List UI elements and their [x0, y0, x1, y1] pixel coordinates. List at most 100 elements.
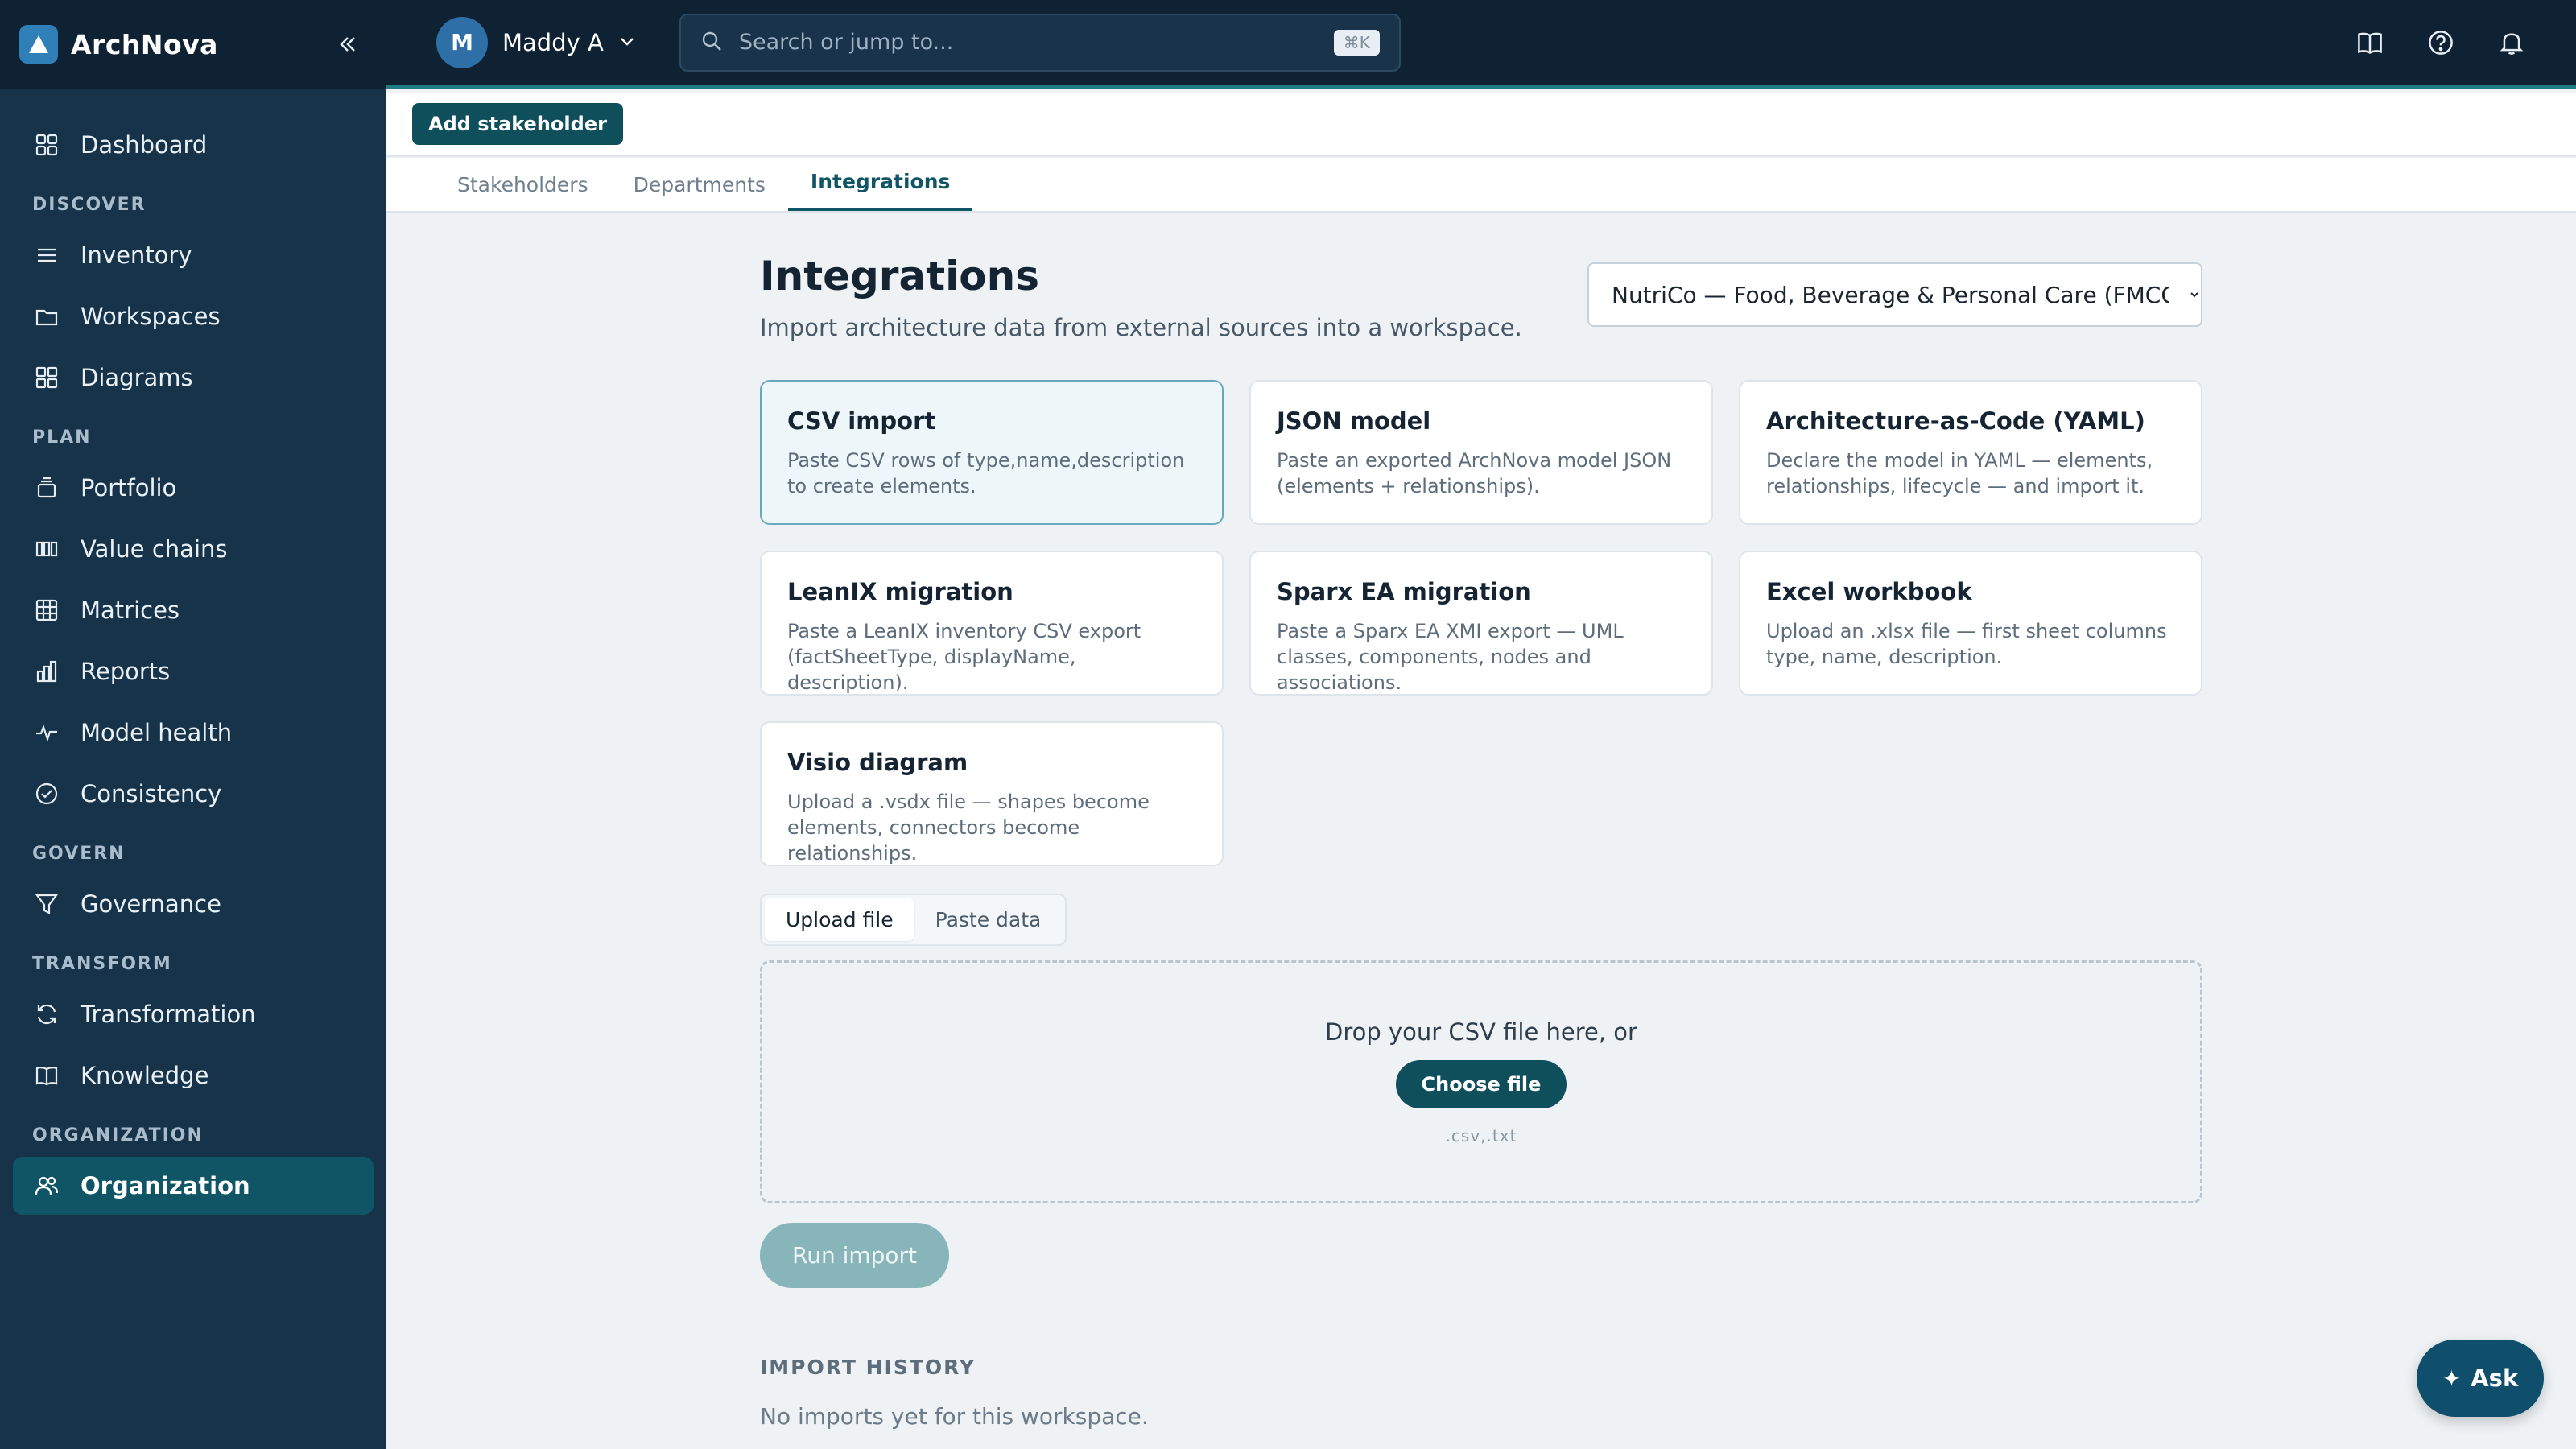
section-organization: ORGANIZATION — [32, 1125, 204, 1146]
card-visio-diagram[interactable]: Visio diagram Upload a .vsdx file — shap… — [760, 721, 1224, 866]
card-title: JSON model — [1277, 407, 1431, 435]
chevron-down-icon — [617, 31, 638, 55]
sidebar-item-inventory[interactable]: Inventory — [13, 226, 374, 284]
list-icon — [32, 241, 61, 270]
file-dropzone[interactable]: Drop your CSV file here, or Choose file … — [760, 960, 2202, 1203]
sidebar-item-label: Value chains — [80, 535, 228, 563]
table-icon — [32, 596, 61, 625]
card-description: Declare the model in YAML — elements, re… — [1766, 449, 2153, 497]
ask-assistant-button[interactable]: ✦ Ask — [2417, 1340, 2544, 1417]
sidebar-nav: Dashboard DISCOVER Inventory Workspaces … — [0, 89, 386, 1215]
stack-icon — [32, 473, 61, 502]
avatar: M — [436, 16, 488, 68]
sidebar-item-portfolio[interactable]: Portfolio — [13, 459, 374, 517]
tab-departments[interactable]: Departments — [611, 156, 788, 211]
filter-icon — [32, 890, 61, 919]
accepted-file-types: .csv,.txt — [1445, 1126, 1517, 1146]
card-excel-workbook[interactable]: Excel workbook Upload an .xlsx file — fi… — [1739, 551, 2202, 696]
tab-bar: Stakeholders Departments Integrations — [386, 158, 2576, 213]
search-icon — [700, 30, 723, 56]
card-description: Upload a .vsdx file — shapes become elem… — [787, 791, 1150, 865]
pulse-icon — [32, 718, 61, 747]
docs-book-icon[interactable] — [2334, 7, 2405, 78]
section-transform: TRANSFORM — [32, 954, 172, 974]
user-name: Maddy A — [502, 28, 604, 56]
sidebar-item-governance[interactable]: Governance — [13, 875, 374, 933]
choose-file-button[interactable]: Choose file — [1395, 1060, 1567, 1108]
card-sparx-ea-migration[interactable]: Sparx EA migration Paste a Sparx EA XMI … — [1249, 551, 1713, 696]
upload-file-option[interactable]: Upload file — [765, 898, 914, 941]
dropzone-text: Drop your CSV file here, or — [1325, 1018, 1637, 1046]
brand: ArchNova — [0, 0, 386, 89]
page-title: Integrations — [760, 253, 1039, 299]
sidebar-item-diagrams[interactable]: Diagrams — [13, 349, 374, 407]
page-subtitle: Import architecture data from external s… — [760, 314, 1522, 341]
tab-integrations[interactable]: Integrations — [787, 156, 973, 211]
card-description: Paste a LeanIX inventory CSV export (fac… — [787, 620, 1141, 694]
card-title: LeanIX migration — [787, 578, 1013, 605]
card-leanix-migration[interactable]: LeanIX migration Paste a LeanIX inventor… — [760, 551, 1224, 696]
users-icon — [32, 1171, 61, 1200]
bell-icon[interactable] — [2476, 7, 2547, 78]
user-menu[interactable]: M Maddy A — [436, 16, 638, 68]
workspace-select[interactable]: NutriCo — Food, Beverage & Personal Care… — [1587, 262, 2202, 327]
sidebar-item-label: Dashboard — [80, 131, 208, 159]
sidebar-item-model-health[interactable]: Model health — [13, 704, 374, 762]
card-title: Architecture-as-Code (YAML) — [1766, 407, 2145, 435]
sidebar-item-knowledge[interactable]: Knowledge — [13, 1046, 374, 1104]
sidebar-item-label: Reports — [80, 658, 171, 685]
section-discover: DISCOVER — [32, 195, 147, 215]
sidebar-item-dashboard[interactable]: Dashboard — [13, 116, 374, 174]
sidebar-item-label: Diagrams — [80, 364, 193, 391]
columns-icon — [32, 535, 61, 564]
add-stakeholder-button[interactable]: Add stakeholder — [412, 103, 623, 145]
run-import-button[interactable]: Run import — [760, 1223, 950, 1288]
sparkle-icon: ✦ — [2442, 1364, 2462, 1392]
card-csv-import[interactable]: CSV import Paste CSV rows of type,name,d… — [760, 380, 1224, 525]
check-circle-icon — [32, 779, 61, 808]
sidebar-item-label: Organization — [80, 1172, 250, 1199]
sidebar-item-consistency[interactable]: Consistency — [13, 765, 374, 823]
refresh-icon — [32, 1000, 61, 1029]
card-description: Paste an exported ArchNova model JSON (e… — [1277, 449, 1672, 497]
sidebar-item-value-chains[interactable]: Value chains — [13, 520, 374, 578]
import-history-empty: No imports yet for this workspace. — [760, 1403, 1149, 1430]
bar-chart-icon — [32, 657, 61, 686]
sidebar-item-label: Consistency — [80, 780, 222, 807]
heading-row: Integrations Import architecture data fr… — [760, 253, 2202, 341]
search-box[interactable]: ⌘K — [679, 13, 1401, 72]
card-title: Visio diagram — [787, 749, 968, 776]
collapse-sidebar-icon[interactable] — [328, 25, 367, 64]
archnova-logo-icon — [19, 25, 58, 64]
sidebar-item-workspaces[interactable]: Workspaces — [13, 287, 374, 345]
sidebar: ArchNova Dashboard DISCOVER Inventory Wo… — [0, 0, 386, 1449]
sidebar-item-label: Matrices — [80, 597, 180, 624]
ask-label: Ask — [2471, 1364, 2519, 1392]
help-icon[interactable] — [2405, 7, 2476, 78]
section-govern: GOVERN — [32, 844, 126, 864]
sidebar-item-transformation[interactable]: Transformation — [13, 985, 374, 1043]
sidebar-item-label: Model health — [80, 719, 233, 746]
card-title: Sparx EA migration — [1277, 578, 1531, 605]
search-input[interactable] — [738, 30, 1334, 55]
app-name: ArchNova — [71, 28, 218, 60]
import-history-heading: IMPORT HISTORY — [760, 1356, 976, 1379]
sidebar-item-label: Workspaces — [80, 303, 221, 330]
card-title: Excel workbook — [1766, 578, 1972, 605]
sidebar-item-organization[interactable]: Organization — [13, 1157, 374, 1215]
sidebar-item-label: Knowledge — [80, 1062, 209, 1089]
card-architecture-as-code[interactable]: Architecture-as-Code (YAML) Declare the … — [1739, 380, 2202, 525]
section-plan: PLAN — [32, 427, 92, 448]
card-json-model[interactable]: JSON model Paste an exported ArchNova mo… — [1249, 380, 1713, 525]
book-icon — [32, 1061, 61, 1090]
sidebar-item-label: Inventory — [80, 242, 192, 269]
sidebar-item-reports[interactable]: Reports — [13, 642, 374, 700]
sidebar-item-matrices[interactable]: Matrices — [13, 581, 374, 639]
card-description: Upload an .xlsx file — first sheet colum… — [1766, 620, 2167, 668]
action-bar: Add stakeholder — [386, 93, 2576, 157]
card-title: CSV import — [787, 407, 936, 435]
diagram-grid-icon — [32, 363, 61, 392]
card-description: Paste CSV rows of type,name,description … — [787, 449, 1185, 497]
tab-stakeholders[interactable]: Stakeholders — [435, 156, 611, 211]
paste-data-option[interactable]: Paste data — [914, 898, 1063, 941]
